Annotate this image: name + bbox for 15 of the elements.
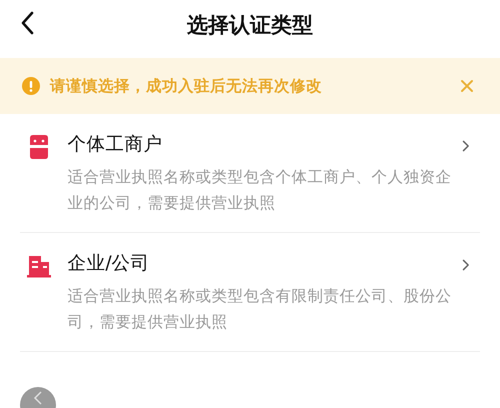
chevron-icon [462,257,470,273]
building-icon [26,253,52,279]
option-title: 企业/公司 [67,252,151,276]
back-icon [20,11,34,35]
page-title: 选择认证类型 [187,12,313,39]
option-item[interactable]: 个体工商户 适合营业执照名称或类型包含个体工商户、个人独资企业的公司，需要提供营业执照 [20,114,480,233]
option-description: 适合营业执照名称或类型包含有限制责任公司、股份公司，需要提供营业执照 [67,286,452,333]
close-icon [460,79,474,93]
chevron-icon [462,138,470,154]
back-icon [33,391,43,405]
option-item[interactable]: 企业/公司 适合营业执照名称或类型包含有限制责任公司、股份公司，需要提供营业执照 [20,233,480,352]
notice-text: 请谨慎选择，成功入驻后无法再次修改 [50,76,323,96]
warning-icon [22,77,40,95]
option-description: 适合营业执照名称或类型包含个体工商户、个人独资企业的公司，需要提供营业执照 [67,167,452,214]
option-title: 个体工商户 [67,133,164,157]
